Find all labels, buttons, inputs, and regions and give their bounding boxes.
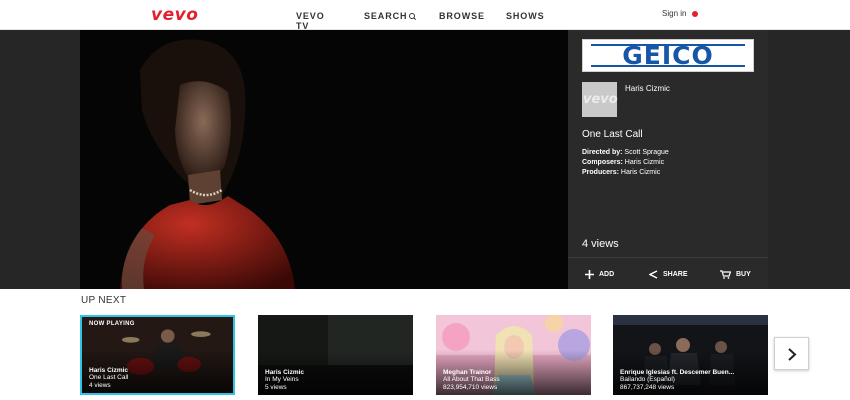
card-artist: Haris Cizmic [89,366,129,374]
nav-search-label: SEARCH [364,11,408,21]
video-title: One Last Call [582,129,643,140]
card-artist: Meghan Trainor [443,368,492,376]
now-playing-badge: NOW PLAYING [89,321,135,327]
up-next-card[interactable]: Meghan Trainor All About That Bass 823,9… [436,315,591,395]
card-views: 5 views [265,383,287,391]
view-count: 4 views [582,238,619,250]
add-label: ADD [599,271,615,278]
chevron-right-icon [788,348,797,361]
card-meta: Haris Cizmic One Last Call 4 views [89,367,128,390]
credit-value: Haris Cizmic [620,169,661,176]
credits-list: Directed by: Scott Sprague Composers: Ha… [582,148,669,178]
ad-decor-line [591,65,745,67]
card-title: All About That Bass [443,376,500,383]
credit-label: Directed by: [582,149,623,156]
credit-row: Directed by: Scott Sprague [582,148,669,158]
video-player[interactable] [80,30,568,289]
up-next-card-now-playing[interactable]: NOW PLAYING Haris Cizmic One Last Call 4… [80,315,235,395]
artist-name[interactable]: Haris Cizmic [625,84,670,93]
card-title: In My Veins [265,376,299,383]
card-meta: Enrique Iglesias ft. Descemer Buen... Ba… [620,369,734,392]
sign-in-link[interactable]: Sign in [662,9,699,18]
card-title: One Last Call [89,374,129,381]
nav-vevo-tv[interactable]: VEVO TV [296,11,325,31]
plus-icon [585,270,594,279]
share-button[interactable]: SHARE [649,270,688,279]
buy-button[interactable]: BUY [720,270,751,279]
cart-icon [720,270,731,279]
up-next-heading: UP NEXT [81,295,127,306]
notification-dot-icon [692,10,699,17]
credit-row: Producers: Haris Cizmic [582,168,669,178]
add-button[interactable]: ADD [585,270,614,279]
sign-in-label: Sign in [662,9,687,18]
search-icon [409,12,416,20]
next-carousel-button[interactable] [774,337,809,370]
card-meta: Haris Cizmic In My Veins 5 views [265,369,304,392]
credit-row: Composers: Haris Cizmic [582,158,669,168]
credit-label: Composers: [582,159,623,166]
nav-search[interactable]: SEARCH [364,11,416,21]
artist-avatar[interactable]: vevo [582,82,618,117]
card-title: Bailando (Español) [620,376,675,383]
card-views: 4 views [89,381,111,389]
artist-avatar-text: vevo [583,92,618,107]
nav-shows[interactable]: SHOWS [506,11,545,21]
credit-value: Scott Sprague [624,149,669,156]
action-bar: ADD SHARE BUY [568,257,768,289]
top-navigation-bar: vevo VEVO TV SEARCH BROWSE SHOWS Sign in [0,0,850,31]
player-stage: GEICO vevo Haris Cizmic One Last Call Di… [0,30,850,289]
card-views: 823,954,710 views [443,383,498,391]
video-info-panel: GEICO vevo Haris Cizmic One Last Call Di… [568,30,768,289]
card-views: 867,737,248 views [620,383,675,391]
card-artist: Enrique Iglesias ft. Descemer Buen... [620,368,735,376]
share-label: SHARE [663,271,688,278]
card-artist: Haris Cizmic [265,368,305,376]
credit-value: Haris Cizmic [624,159,665,166]
nav-browse[interactable]: BROWSE [439,11,485,21]
vevo-logo[interactable]: vevo [151,5,198,25]
video-frame-image [80,30,568,289]
up-next-card[interactable]: Haris Cizmic In My Veins 5 views [258,315,413,395]
up-next-card[interactable]: Enrique Iglesias ft. Descemer Buen... Ba… [613,315,768,395]
card-meta: Meghan Trainor All About That Bass 823,9… [443,369,500,392]
share-icon [649,270,658,279]
buy-label: BUY [736,271,751,278]
advertisement-banner[interactable]: GEICO [582,39,754,72]
credit-label: Producers: [582,169,619,176]
